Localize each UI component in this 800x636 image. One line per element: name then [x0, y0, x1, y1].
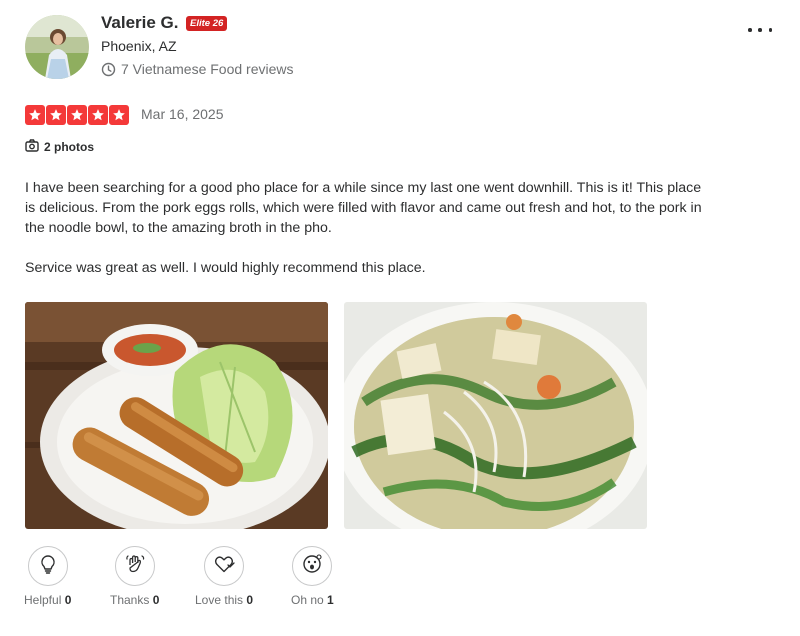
- more-options-button[interactable]: [748, 22, 772, 38]
- review-date: Mar 16, 2025: [141, 106, 224, 122]
- more-horizontal-icon: [748, 28, 752, 32]
- thanks-button[interactable]: Thanks 0: [110, 546, 159, 607]
- photos-count-label: 2 photos: [44, 140, 94, 154]
- user-review-stat-text: 7 Vietnamese Food reviews: [121, 61, 294, 77]
- lightbulb-icon: [37, 553, 59, 580]
- user-name-link[interactable]: Valerie G.: [101, 13, 179, 33]
- photos-link[interactable]: 2 photos: [25, 139, 94, 155]
- helpful-count: 0: [64, 593, 72, 607]
- review-photo-pho[interactable]: [344, 302, 647, 529]
- oh-no-label: Oh no 1: [291, 593, 334, 607]
- review-text: I have been searching for a good pho pla…: [25, 178, 705, 298]
- camera-icon: [25, 139, 39, 155]
- helpful-label: Helpful 0: [24, 593, 72, 607]
- oh-no-button[interactable]: Oh no 1: [291, 546, 334, 607]
- thanks-count: 0: [152, 593, 160, 607]
- review-paragraph: I have been searching for a good pho pla…: [25, 180, 702, 236]
- love-this-button[interactable]: Love this 0: [195, 546, 253, 607]
- review-photo-egg-rolls[interactable]: [25, 302, 328, 529]
- waving-hand-icon: [124, 553, 146, 580]
- oh-no-count: 1: [327, 593, 334, 607]
- thanks-label: Thanks 0: [110, 593, 160, 607]
- user-avatar[interactable]: [25, 15, 89, 79]
- star-icon: [25, 105, 45, 125]
- user-location: Phoenix, AZ: [101, 38, 177, 54]
- star-icon: [88, 105, 108, 125]
- review-paragraph: Service was great as well. I would highl…: [25, 260, 426, 276]
- elite-badge: Elite 26: [186, 16, 228, 31]
- surprised-face-icon: [301, 553, 323, 580]
- heart-icon: [213, 553, 235, 580]
- helpful-button[interactable]: Helpful 0: [24, 546, 71, 607]
- star-icon: [46, 105, 66, 125]
- clock-icon: [101, 62, 116, 77]
- user-review-stat: 7 Vietnamese Food reviews: [101, 61, 294, 77]
- love-this-label: Love this 0: [195, 593, 254, 607]
- star-icon: [109, 105, 129, 125]
- love-this-count: 0: [246, 593, 254, 607]
- star-rating: [25, 105, 129, 125]
- star-icon: [67, 105, 87, 125]
